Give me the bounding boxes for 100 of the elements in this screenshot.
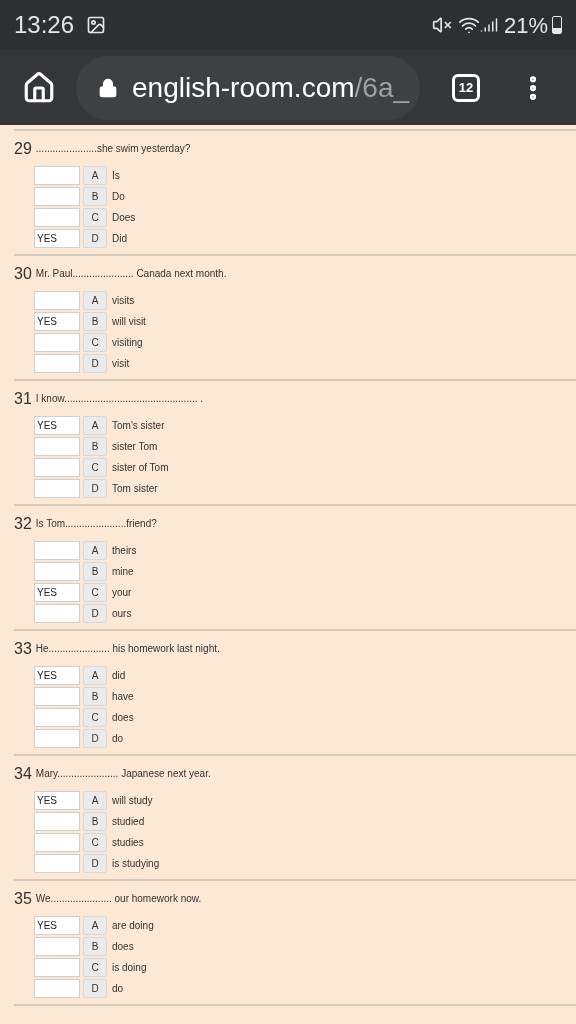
option-label: theirs <box>112 543 137 558</box>
answer-field[interactable] <box>34 478 80 498</box>
letter-button[interactable]: C <box>83 832 107 852</box>
home-icon[interactable] <box>22 70 56 105</box>
letter-button[interactable]: D <box>83 228 107 248</box>
answer-field[interactable]: YES <box>34 311 80 331</box>
answer-field[interactable] <box>34 457 80 477</box>
answer-field[interactable] <box>34 811 80 831</box>
letter-button[interactable]: C <box>83 332 107 352</box>
answer-field[interactable]: YES <box>34 582 80 602</box>
letter-button[interactable]: B <box>83 686 107 706</box>
letter-button[interactable]: D <box>83 728 107 748</box>
letter-button[interactable]: A <box>83 915 107 935</box>
option-label: does <box>112 939 134 954</box>
letter-button[interactable]: D <box>83 853 107 873</box>
tab-count[interactable]: 12 <box>452 73 480 102</box>
address-bar[interactable]: english-room.com/6a_ <box>76 55 420 120</box>
letter-button[interactable]: A <box>83 290 107 310</box>
answer-field[interactable] <box>34 561 80 581</box>
answer-field[interactable]: YES <box>34 915 80 935</box>
question-text: ......................she swim yesterday? <box>35 144 191 154</box>
letter-button[interactable]: B <box>83 811 107 831</box>
letter-button[interactable]: D <box>83 603 107 623</box>
letter-button[interactable]: C <box>83 207 107 227</box>
answer-field[interactable]: YES <box>34 665 80 685</box>
answer-field[interactable] <box>34 436 80 456</box>
answer-field[interactable]: YES <box>34 228 80 248</box>
letter-button[interactable]: B <box>83 186 107 206</box>
option-label: Do <box>112 189 125 204</box>
answer-field[interactable] <box>34 707 80 727</box>
answer-field[interactable] <box>34 936 80 956</box>
answer-field[interactable] <box>34 165 80 185</box>
letter-button[interactable]: A <box>83 790 107 810</box>
signal-icon <box>479 16 498 34</box>
option-label: mine <box>112 564 134 579</box>
battery-icon <box>552 16 562 34</box>
question-number: 30 <box>14 266 32 282</box>
letter-button[interactable]: C <box>83 582 107 602</box>
letter-button[interactable]: D <box>83 478 107 498</box>
battery-percent: 21% <box>503 11 548 40</box>
option-label: sister Tom <box>112 439 158 454</box>
question-number: 32 <box>14 516 32 532</box>
option-label: will visit <box>112 314 146 329</box>
option-label: studied <box>112 814 145 829</box>
answer-field[interactable] <box>34 832 80 852</box>
answer-field[interactable] <box>34 957 80 977</box>
option-label: visiting <box>112 335 143 350</box>
answer-field[interactable] <box>34 332 80 352</box>
answer-field[interactable] <box>34 353 80 373</box>
letter-button[interactable]: B <box>83 936 107 956</box>
letter-button[interactable]: D <box>83 978 107 998</box>
answer-field[interactable] <box>34 207 80 227</box>
letter-button[interactable]: B <box>83 311 107 331</box>
option-label: visits <box>112 293 135 308</box>
option-label: ours <box>112 606 132 621</box>
answer-field[interactable] <box>34 540 80 560</box>
option-label: studies <box>112 835 144 850</box>
answer-field[interactable] <box>34 290 80 310</box>
answer-field[interactable] <box>34 978 80 998</box>
answer-field[interactable] <box>34 186 80 206</box>
option-label: do <box>112 731 124 746</box>
letter-button[interactable]: A <box>83 165 107 185</box>
clock: 13:26 <box>14 10 75 40</box>
answer-field[interactable] <box>34 603 80 623</box>
option-label: does <box>112 710 134 725</box>
question-text: Mary...................... Japanese next year. <box>35 769 211 779</box>
option-label: have <box>112 689 134 704</box>
mute-icon <box>431 15 452 35</box>
answer-field[interactable]: YES <box>34 790 80 810</box>
option-label: your <box>112 585 132 600</box>
letter-button[interactable]: D <box>83 353 107 373</box>
letter-button[interactable]: C <box>83 457 107 477</box>
option-label: Is <box>112 168 120 183</box>
option-label: did <box>112 668 126 683</box>
image-icon <box>86 15 107 35</box>
answer-field[interactable] <box>34 686 80 706</box>
lock-icon <box>98 77 118 98</box>
letter-button[interactable]: A <box>83 540 107 560</box>
answer-field[interactable] <box>34 728 80 748</box>
answer-field[interactable] <box>34 853 80 873</box>
letter-button[interactable]: C <box>83 707 107 727</box>
option-label: is studying <box>112 856 160 871</box>
letter-button[interactable]: B <box>83 561 107 581</box>
option-label: are doing <box>112 918 154 933</box>
letter-button[interactable]: A <box>83 665 107 685</box>
question-number: 34 <box>14 766 32 782</box>
question-text: He...................... his homework last night. <box>35 644 220 654</box>
answer-field[interactable]: YES <box>34 415 80 435</box>
option-label: will study <box>112 793 153 808</box>
letter-button[interactable]: C <box>83 957 107 977</box>
url-text: english-room.com/6a_ <box>132 70 410 105</box>
option-label: Did <box>112 231 127 246</box>
option-label: is doing <box>112 960 147 975</box>
option-label: sister of Tom <box>112 460 169 475</box>
question-number: 29 <box>14 141 32 157</box>
letter-button[interactable]: A <box>83 415 107 435</box>
letter-button[interactable]: B <box>83 436 107 456</box>
question-number: 35 <box>14 891 32 907</box>
question-number: 33 <box>14 641 32 657</box>
option-label: visit <box>112 356 130 371</box>
